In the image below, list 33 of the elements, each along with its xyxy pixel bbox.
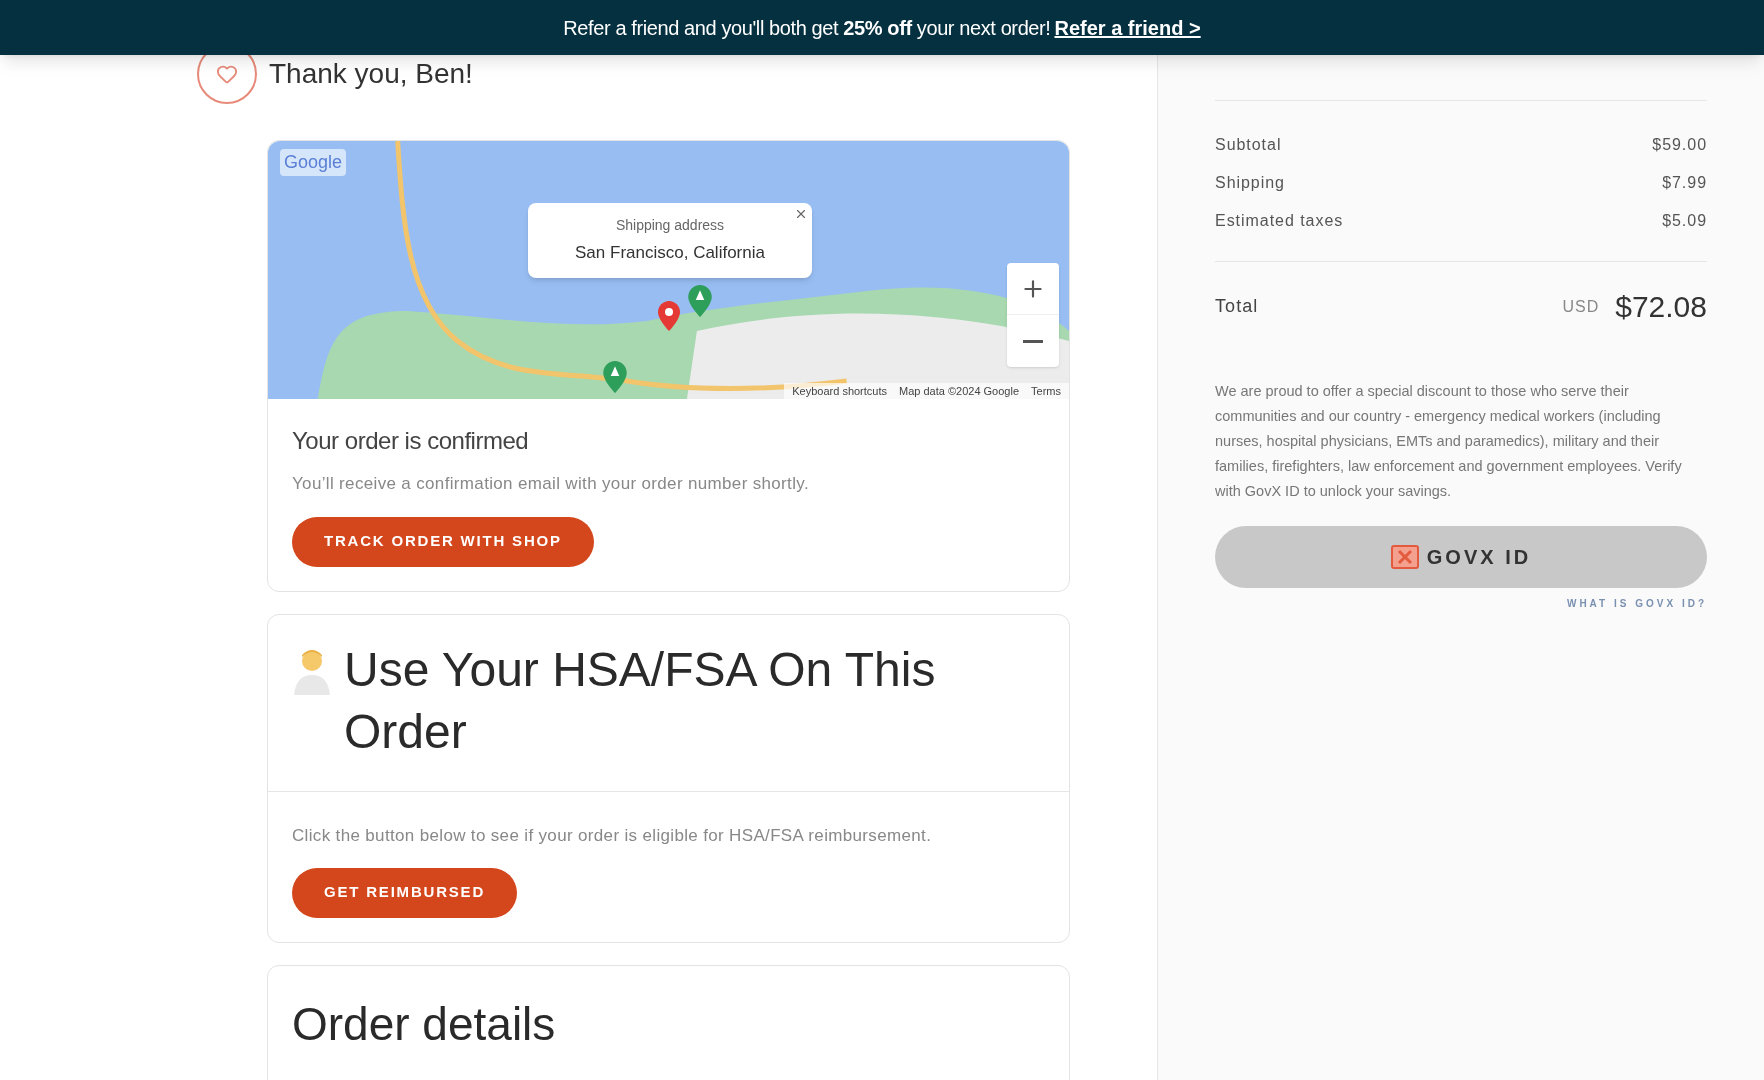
summary-value: $5.09 [1662, 211, 1707, 231]
popup-label: Shipping address [615, 216, 725, 235]
get-reimbursed-button[interactable]: GET REIMBURSED [292, 867, 518, 918]
popup-address: San Francisco, California [575, 242, 765, 264]
park-marker-icon [688, 285, 712, 317]
track-order-button[interactable]: TRACK ORDER WITH SHOP [292, 516, 594, 567]
map-attribution-link[interactable]: Keyboard shortcuts [792, 382, 887, 399]
close-button[interactable] [794, 207, 808, 221]
map-attribution-link[interactable]: Map data ©2024 Google [899, 382, 1020, 399]
map-attribution-link[interactable]: Terms [1031, 382, 1061, 399]
x-logo-icon [1390, 545, 1419, 569]
park-marker-icon [603, 361, 627, 393]
banner-text: Refer a friend and you'll both get 25% off your next order! [563, 15, 1051, 41]
currency-code: USD [1562, 296, 1600, 317]
thank-you-heading: Thank you, Ben! [269, 57, 473, 91]
discount-text: We are proud to offer a special discount to those who serve their communities and our country - emergency medical workers (including nurses, hospital physicians, EMTs and paramedics), military and their families, firefighters, law enforcement and government employees. Verify with GovX ID to unlock your savings. [1215, 382, 1683, 501]
confirmation-title: Your order is confirmed [292, 426, 530, 456]
confirmation-text: You’ll receive a confirmation email with your order number shortly. [292, 473, 810, 495]
summary-label: Estimated taxes [1215, 211, 1344, 231]
hsa-text: Click the button below to see if your order is eligible for HSA/FSA reimbursement. [292, 824, 932, 847]
summary-value: $59.00 [1652, 135, 1707, 155]
map-logo: Google [280, 149, 347, 176]
order-details-heading: Order details [292, 996, 557, 1052]
refer-link[interactable]: Refer a friend > [1054, 12, 1201, 43]
summary-label: Subtotal [1215, 135, 1282, 155]
minus-icon [1023, 339, 1043, 343]
govx-id-button[interactable]: GOVX ID [1215, 526, 1707, 588]
summary-label: Shipping [1215, 173, 1285, 193]
total-amount: $72.08 [1615, 289, 1707, 325]
total-label: Total [1215, 295, 1259, 318]
hsa-heading: Use Your HSA/FSA On This Order [344, 641, 937, 760]
map-pin-icon [658, 301, 680, 331]
summary-value: $7.99 [1662, 173, 1707, 193]
